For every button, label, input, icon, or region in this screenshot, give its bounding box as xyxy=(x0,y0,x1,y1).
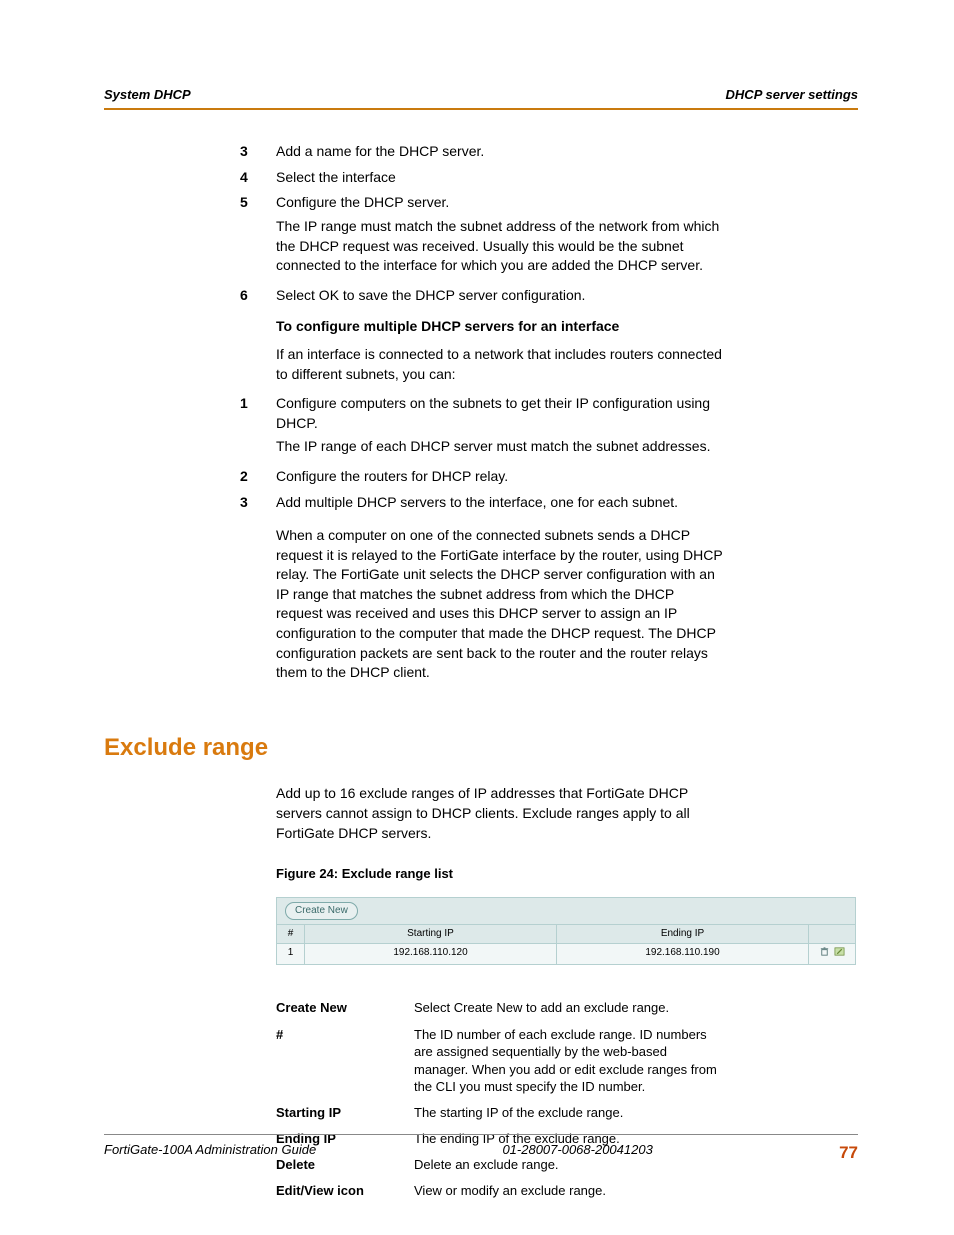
trash-icon[interactable] xyxy=(819,946,830,962)
step-line: Configure computers on the subnets to ge… xyxy=(276,394,724,433)
figure-caption: Figure 24: Exclude range list xyxy=(104,865,858,883)
ui-toolbar: Create New xyxy=(277,898,855,924)
page-number: 77 xyxy=(839,1141,858,1165)
def-desc: Select Create New to add an exclude rang… xyxy=(414,999,724,1017)
step-text: Select OK to save the DHCP server config… xyxy=(276,286,724,306)
header-right: DHCP server settings xyxy=(726,86,858,104)
step-number: 3 xyxy=(240,142,276,162)
def-create-new: Create New Select Create New to add an e… xyxy=(276,999,724,1017)
def-hash: # The ID number of each exclude range. I… xyxy=(276,1026,724,1096)
step-number: 1 xyxy=(240,394,276,461)
step-6: 6 Select OK to save the DHCP server conf… xyxy=(240,286,724,306)
col-header-actions xyxy=(809,925,855,943)
step-subtext: The IP range must match the subnet addre… xyxy=(276,217,724,276)
def-term: Create New xyxy=(276,999,414,1017)
step-b2: 2 Configure the routers for DHCP relay. xyxy=(240,467,724,487)
step-b3: 3 Add multiple DHCP servers to the inter… xyxy=(240,493,724,513)
footer-left: FortiGate-100A Administration Guide xyxy=(104,1141,316,1165)
main-content: 3 Add a name for the DHCP server. 4 Sele… xyxy=(104,142,724,683)
step-4: 4 Select the interface xyxy=(240,168,724,188)
step-number: 3 xyxy=(240,493,276,513)
step-5: 5 Configure the DHCP server. The IP rang… xyxy=(240,193,724,279)
step-text: Add multiple DHCP servers to the interfa… xyxy=(276,493,724,513)
step-text: Configure computers on the subnets to ge… xyxy=(276,394,724,461)
col-header-num: # xyxy=(277,925,305,943)
step-text: Add a name for the DHCP server. xyxy=(276,142,724,162)
step-3: 3 Add a name for the DHCP server. xyxy=(240,142,724,162)
def-starting-ip: Starting IP The starting IP of the exclu… xyxy=(276,1104,724,1122)
row-starting-ip: 192.168.110.120 xyxy=(305,944,557,964)
step-number: 6 xyxy=(240,286,276,306)
step-line: Configure the DHCP server. xyxy=(276,193,724,213)
def-desc: View or modify an exclude range. xyxy=(414,1182,724,1200)
col-header-starting-ip: Starting IP xyxy=(305,925,557,943)
exclude-intro: Add up to 16 exclude ranges of IP addres… xyxy=(104,784,716,843)
step-number: 2 xyxy=(240,467,276,487)
paragraph-relay: When a computer on one of the connected … xyxy=(276,526,724,683)
footer-mid: 01-28007-0068-20041203 xyxy=(502,1141,652,1165)
ui-grid-row: 1 192.168.110.120 192.168.110.190 xyxy=(277,943,855,964)
step-number: 4 xyxy=(240,168,276,188)
step-subtext: The IP range of each DHCP server must ma… xyxy=(276,437,724,457)
step-text: Configure the DHCP server. The IP range … xyxy=(276,193,724,279)
intro-text: If an interface is connected to a networ… xyxy=(276,345,724,384)
page-header: System DHCP DHCP server settings xyxy=(104,86,858,108)
definitions-list: Create New Select Create New to add an e… xyxy=(104,999,724,1200)
def-term: # xyxy=(276,1026,414,1096)
sub-section-a: To configure multiple DHCP servers for a… xyxy=(276,317,724,384)
row-num: 1 xyxy=(277,944,305,964)
def-desc: The ID number of each exclude range. ID … xyxy=(414,1026,724,1096)
page-footer: FortiGate-100A Administration Guide 01-2… xyxy=(104,1134,858,1165)
edit-icon[interactable] xyxy=(834,946,845,962)
header-left: System DHCP xyxy=(104,86,191,104)
def-term: Edit/View icon xyxy=(276,1182,414,1200)
sub-heading: To configure multiple DHCP servers for a… xyxy=(276,317,724,337)
def-term: Starting IP xyxy=(276,1104,414,1122)
header-rule xyxy=(104,108,858,110)
step-text: Select the interface xyxy=(276,168,724,188)
row-ending-ip: 192.168.110.190 xyxy=(557,944,809,964)
row-actions xyxy=(809,944,855,964)
exclude-range-ui: Create New # Starting IP Ending IP 1 192… xyxy=(276,897,856,965)
step-text: Configure the routers for DHCP relay. xyxy=(276,467,724,487)
def-desc: The starting IP of the exclude range. xyxy=(414,1104,724,1122)
ui-grid-header: # Starting IP Ending IP xyxy=(277,924,855,943)
step-b1: 1 Configure computers on the subnets to … xyxy=(240,394,724,461)
create-new-button[interactable]: Create New xyxy=(285,902,358,920)
step-number: 5 xyxy=(240,193,276,279)
section-title-exclude-range: Exclude range xyxy=(104,731,858,765)
col-header-ending-ip: Ending IP xyxy=(557,925,809,943)
def-edit-view: Edit/View icon View or modify an exclude… xyxy=(276,1182,724,1200)
